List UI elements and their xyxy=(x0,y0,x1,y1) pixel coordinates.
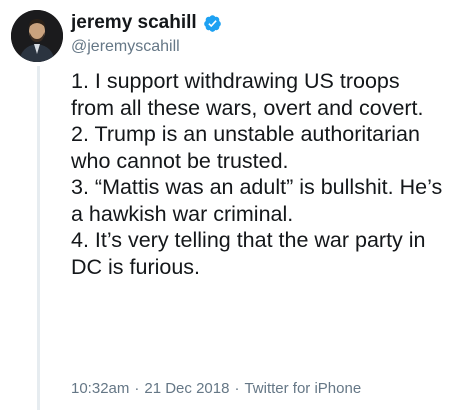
tweet-time[interactable]: 10:32am xyxy=(71,380,129,397)
display-name[interactable]: jeremy scahill xyxy=(71,11,197,35)
tweet-line-4: 4. It’s very telling that the war party … xyxy=(71,228,426,279)
thread-line xyxy=(37,66,40,410)
tweet-source[interactable]: Twitter for iPhone xyxy=(244,380,361,397)
tweet-line-1: 1. I support withdrawing US troops from … xyxy=(71,69,424,120)
handle[interactable]: @jeremyscahill xyxy=(71,37,222,57)
verified-badge-icon xyxy=(203,14,222,33)
meta-separator: · xyxy=(234,380,240,397)
meta-separator: · xyxy=(134,380,140,397)
name-row: jeremy scahill xyxy=(71,11,222,35)
tweet-line-3: 3. “Mattis was an adult” is bullshit. He… xyxy=(71,175,443,226)
tweet-date[interactable]: 21 Dec 2018 xyxy=(144,380,229,397)
tweet-header: jeremy scahill @jeremyscahill xyxy=(71,11,222,57)
tweet-text: 1. I support withdrawing US troops from … xyxy=(71,68,447,280)
tweet-card: jeremy scahill @jeremyscahill 1. I suppo… xyxy=(0,0,450,410)
tweet-line-2: 2. Trump is an unstable authoritarian wh… xyxy=(71,122,420,173)
avatar[interactable] xyxy=(11,10,63,62)
avatar-image xyxy=(11,10,63,62)
tweet-meta: 10:32am · 21 Dec 2018 · Twitter for iPhone xyxy=(71,379,361,399)
